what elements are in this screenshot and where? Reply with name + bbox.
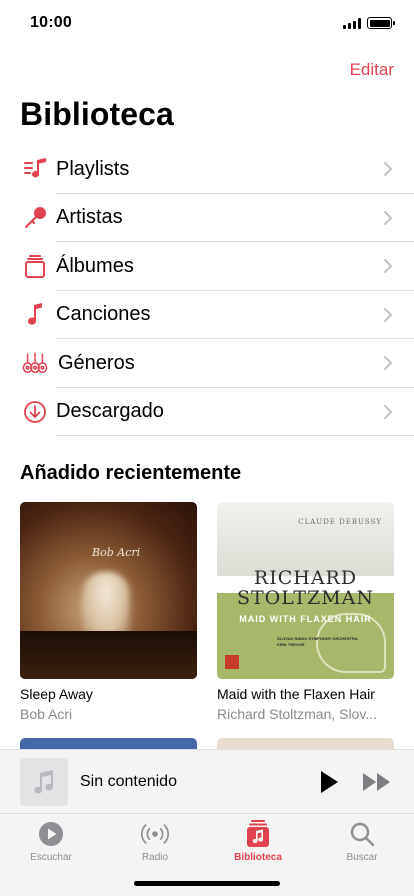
- album-card-sleep-away[interactable]: Bob Acri Sleep Away Bob Acri: [20, 502, 197, 722]
- chevron-right-icon: [384, 259, 392, 274]
- mini-player-artwork: [20, 758, 68, 806]
- album-title: Sleep Away: [20, 686, 93, 702]
- menu-item-playlists[interactable]: Playlists: [0, 145, 414, 194]
- tab-library[interactable]: Biblioteca: [213, 820, 303, 863]
- mini-player[interactable]: Sin contenido: [0, 749, 414, 813]
- library-menu: Playlists Artistas Álbumes Canciones Gén…: [0, 145, 414, 436]
- play-button[interactable]: [317, 769, 341, 795]
- menu-item-songs[interactable]: Canciones: [0, 291, 414, 339]
- edit-button[interactable]: Editar: [350, 60, 394, 80]
- tab-radio[interactable]: Radio: [110, 820, 200, 863]
- library-icon: [244, 820, 272, 848]
- menu-item-downloaded[interactable]: Descargado: [0, 388, 414, 436]
- album-card-maid-flaxen-hair[interactable]: CLAUDE DEBUSSY RICHARD STOLTZMAN MAID WI…: [217, 502, 394, 722]
- download-circle-icon: [22, 399, 48, 425]
- menu-item-label: Descargado: [56, 400, 164, 423]
- microphone-icon: [22, 205, 48, 231]
- album-cover: CLAUDE DEBUSSY RICHARD STOLTZMAN MAID WI…: [217, 502, 394, 679]
- chevron-right-icon: [384, 356, 392, 371]
- chevron-right-icon: [384, 162, 392, 177]
- status-icons: [343, 17, 395, 29]
- chevron-right-icon: [384, 307, 392, 322]
- divider: [56, 435, 414, 436]
- tab-label: Radio: [141, 852, 169, 863]
- menu-item-label: Álbumes: [56, 254, 134, 277]
- tab-label: Escuchar: [30, 852, 72, 863]
- album-artist: Bob Acri: [20, 706, 73, 722]
- status-time: 10:00: [30, 14, 72, 31]
- tab-listen[interactable]: Escuchar: [6, 820, 96, 863]
- page-title: Biblioteca: [20, 96, 174, 132]
- play-circle-icon: [37, 820, 65, 848]
- menu-item-label: Artistas: [56, 206, 123, 229]
- radio-icon: [141, 820, 169, 848]
- cover-orchestra: SLOVAK RADIO SYMPHONY ORCHESTRA KIRK TRE…: [277, 636, 358, 647]
- chevron-right-icon: [384, 404, 392, 419]
- tab-label: Buscar: [346, 852, 378, 863]
- genres-icon: [22, 350, 48, 376]
- tab-label: Biblioteca: [234, 852, 282, 863]
- music-note-placeholder-icon: [34, 770, 54, 794]
- cover-composer: CLAUDE DEBUSSY: [298, 518, 382, 526]
- menu-item-label: Géneros: [58, 351, 135, 374]
- tab-search[interactable]: Buscar: [317, 820, 407, 863]
- menu-item-label: Canciones: [56, 303, 151, 326]
- music-note-icon: [22, 302, 48, 328]
- mini-player-title: Sin contenido: [80, 773, 177, 790]
- cover-artist: RICHARD STOLTZMAN: [236, 567, 374, 609]
- battery-icon: [367, 17, 395, 29]
- record-label-logo: [225, 655, 239, 669]
- menu-item-albums[interactable]: Álbumes: [0, 242, 414, 291]
- album-title: Maid with the Flaxen Hair: [217, 686, 375, 702]
- menu-item-genres[interactable]: Géneros: [0, 339, 414, 388]
- album-stack-icon: [22, 253, 48, 279]
- signal-icon: [343, 17, 361, 29]
- album-artist: Richard Stoltzman, Slov...: [217, 706, 378, 722]
- cover-work: MAID WITH FLAXEN HAIR: [239, 614, 372, 624]
- menu-item-label: Playlists: [56, 157, 130, 180]
- next-track-button[interactable]: [361, 771, 393, 793]
- playlist-icon: [22, 156, 48, 182]
- recently-added-title: Añadido recientemente: [20, 462, 242, 484]
- menu-item-artists[interactable]: Artistas: [0, 194, 414, 242]
- album-cover: Bob Acri: [20, 502, 197, 679]
- search-icon: [348, 820, 376, 848]
- chevron-right-icon: [384, 210, 392, 225]
- home-indicator[interactable]: [134, 881, 280, 886]
- status-bar: 10:00: [0, 0, 414, 48]
- cover-text: Bob Acri: [92, 546, 141, 559]
